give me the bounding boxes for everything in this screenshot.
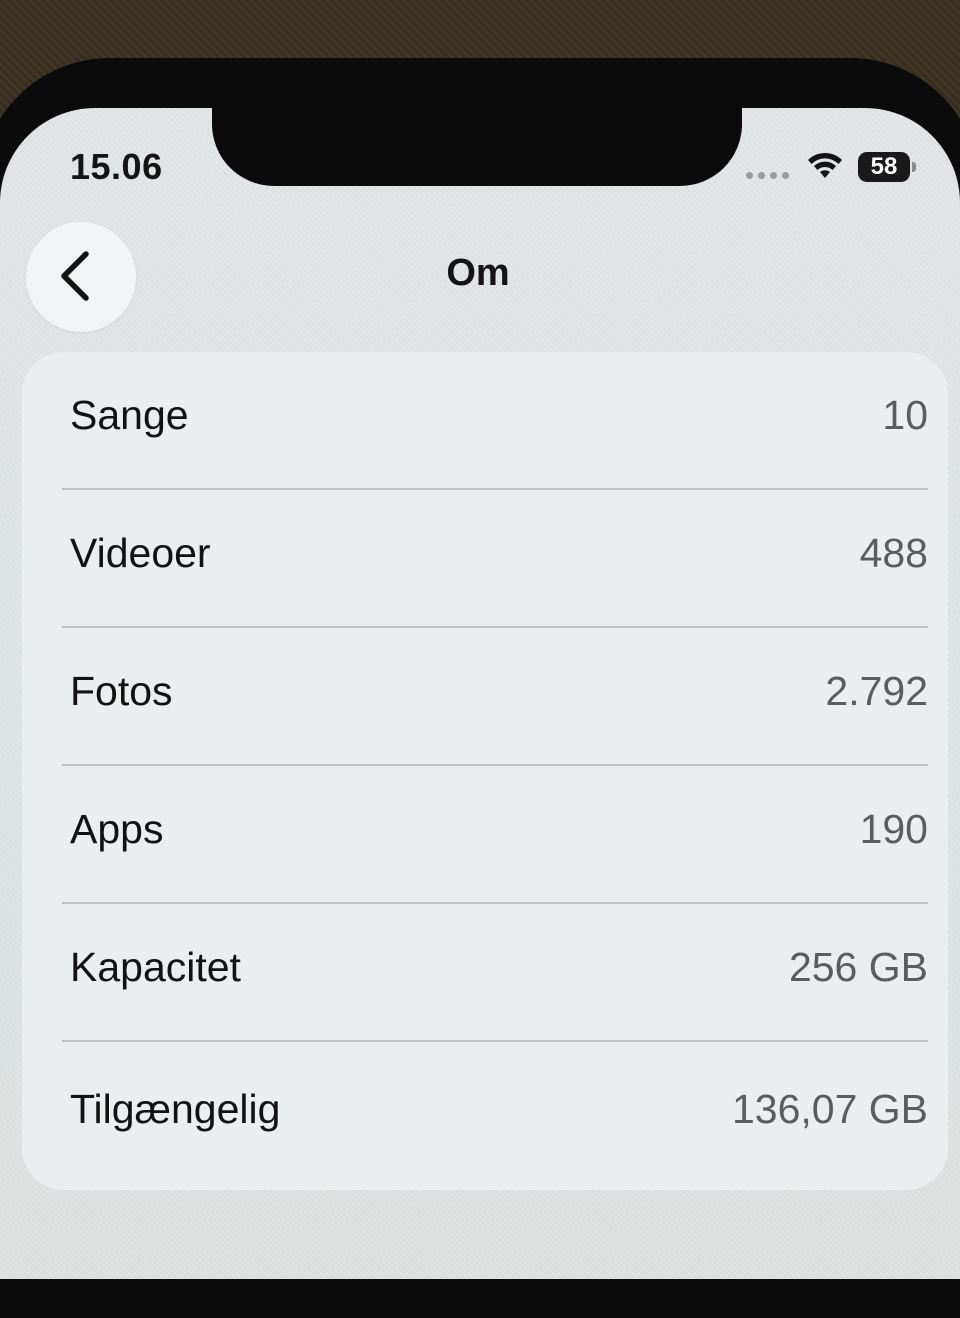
wifi-icon (808, 152, 842, 178)
row-capacity: Kapacitet 256 GB (62, 904, 928, 1042)
about-info-card: Sange 10 Videoer 488 Fotos 2.792 Apps 19… (22, 352, 948, 1190)
page-title: Om (446, 252, 510, 294)
row-value: 136,07 GB (731, 1086, 928, 1132)
row-videos: Videoer 488 (62, 490, 928, 628)
row-value: 190 (859, 806, 928, 852)
camera-notch (212, 98, 742, 186)
row-label: Videoer (70, 530, 211, 576)
row-label: Tilgængelig (70, 1086, 281, 1132)
row-value: 256 GB (788, 944, 928, 990)
row-value: 2.792 (825, 668, 928, 714)
row-label: Apps (70, 806, 164, 852)
row-available: Tilgængelig 136,07 GB (62, 1046, 928, 1184)
row-label: Kapacitet (70, 944, 241, 990)
row-songs: Sange 10 (62, 352, 928, 490)
row-divider (62, 1040, 928, 1042)
row-value: 488 (859, 530, 928, 576)
row-photos: Fotos 2.792 (62, 628, 928, 766)
battery-icon: 58 (858, 152, 916, 182)
battery-level: 58 (870, 153, 898, 180)
row-label: Fotos (70, 668, 173, 714)
signal-icon (746, 172, 789, 179)
row-value: 10 (882, 392, 928, 438)
row-label: Sange (70, 392, 189, 438)
status-time: 15.06 (70, 146, 163, 187)
row-apps: Apps 190 (62, 766, 928, 904)
